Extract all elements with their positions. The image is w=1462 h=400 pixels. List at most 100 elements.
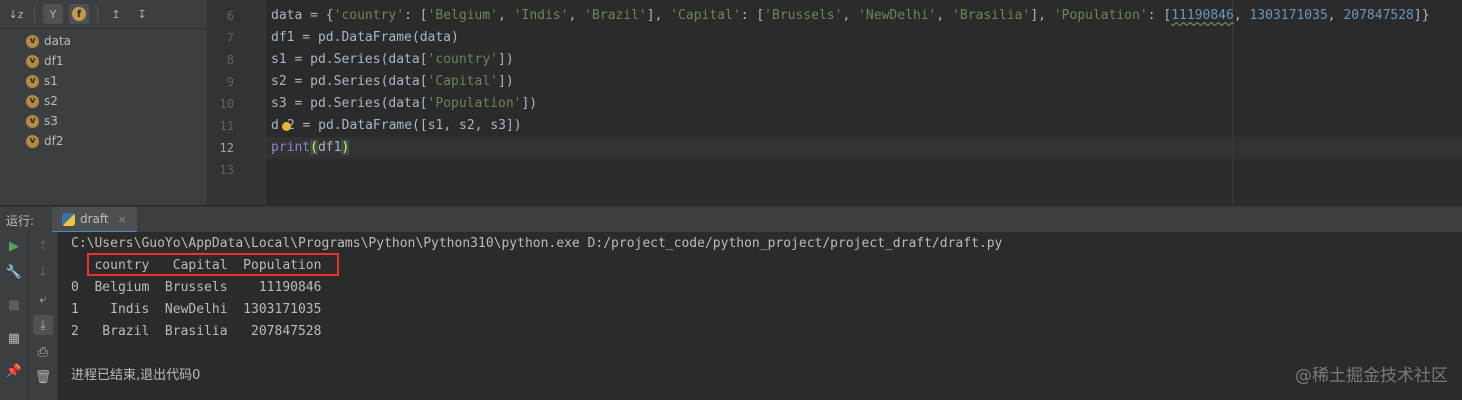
line-number: 10 [219, 97, 234, 111]
string-token: 'Brasilia' [952, 8, 1031, 23]
soft-wrap-icon[interactable]: ⤶ [33, 289, 53, 309]
intention-bulb-icon[interactable] [282, 122, 291, 131]
structure-item-s1[interactable]: v s1 [0, 71, 207, 91]
string-token: 'Population' [1053, 8, 1148, 23]
string-token: 'Indis' [513, 8, 569, 23]
run-right-toolbar: ↑ ↓ ⤶ ⤓ ⎙ 🗑 [29, 232, 58, 400]
collapse-all-button[interactable]: ↧ [132, 4, 152, 24]
code-token: : [ [404, 8, 428, 23]
scroll-to-end-icon[interactable]: ⤓ [33, 315, 53, 335]
filter-button[interactable]: Y [43, 4, 63, 24]
sort-alpha-button[interactable]: ↓z [6, 4, 26, 24]
run-tool-window-header: 运行: draft × [0, 206, 1462, 233]
line-number-gutter[interactable]: 6 7 8 9 10 11 12 13 [208, 0, 266, 205]
structure-item-label: s3 [44, 114, 58, 128]
code-token: , [498, 8, 514, 23]
code-line-7[interactable]: df1 = pd.DataFrame(data) [271, 27, 459, 49]
structure-item-df1[interactable]: v df1 [0, 51, 207, 71]
string-token: 'NewDelhi' [858, 8, 937, 23]
variable-icon: v [26, 34, 39, 48]
structure-item-s3[interactable]: v s3 [0, 111, 207, 131]
run-label: 运行: [6, 213, 35, 228]
string-token: 'Belgium' [427, 8, 499, 23]
variable-icon: v [26, 114, 39, 128]
arrow-up-icon[interactable]: ↑ [33, 236, 53, 256]
code-editor[interactable]: 6 7 8 9 10 11 12 13 data = {'country': [… [208, 0, 1462, 205]
line-number: 7 [226, 31, 234, 45]
code-line-12[interactable]: print(df1) [271, 137, 350, 159]
code-token: : [ [1147, 8, 1172, 23]
code-line-8[interactable]: s1 = pd.Series(data['country']) [271, 49, 514, 71]
code-token: , [936, 8, 953, 23]
variable-icon: v [26, 134, 39, 148]
tab-draft[interactable]: draft × [52, 207, 137, 233]
variable-list: v data v df1 v s1 v s2 v s3 v df2 [0, 29, 207, 151]
variable-icon: v [26, 74, 39, 88]
line-number-current: 12 [219, 141, 234, 155]
structure-toolbar: ↓z Y f ↥ ↧ [0, 0, 207, 29]
arrow-down-icon[interactable]: ↓ [33, 262, 53, 282]
code-token: ], [646, 8, 671, 23]
string-token: 'Capital' [427, 74, 498, 89]
code-token: 2 = pd.DataFrame([s1, s2, s3]) [286, 118, 522, 133]
code-line-11[interactable]: d 2 = pd.DataFrame([s1, s2, s3]) [271, 115, 522, 137]
string-token: 'Capital' [670, 8, 741, 23]
tab-label: draft [80, 212, 109, 226]
structure-panel: ↓z Y f ↥ ↧ v data v df1 v s1 v s2 v s3 v df2 [0, 0, 208, 205]
structure-item-label: df2 [44, 134, 64, 148]
watermark-text: @稀土掘金技术社区 [1295, 366, 1448, 386]
line-number: 6 [226, 9, 234, 23]
code-token: data = { [271, 8, 334, 23]
code-token: , [842, 8, 859, 23]
dataframe-row: 1 Indis NewDelhi 1303171035 [71, 302, 322, 317]
code-token: s3 = pd.Series(data[ [271, 96, 428, 111]
dataframe-row: 2 Brazil Brasilia 207847528 [71, 324, 322, 339]
code-area[interactable]: data = {'country': ['Belgium', 'Indis', … [271, 0, 1462, 205]
variable-icon: v [26, 54, 39, 68]
show-fields-button[interactable]: f [69, 4, 89, 24]
line-number: 11 [219, 119, 234, 133]
number-token: 1303171035 [1249, 8, 1328, 23]
structure-item-data[interactable]: v data [0, 31, 207, 51]
print-icon[interactable]: ⎙ [33, 342, 53, 362]
code-line-9[interactable]: s2 = pd.Series(data['Capital']) [271, 71, 514, 93]
structure-item-label: s1 [44, 74, 58, 88]
variable-icon: v [26, 94, 39, 108]
code-token: ], [1030, 8, 1054, 23]
code-token: df1 [317, 140, 342, 155]
process-exit-message: 进程已结束,退出代码0 [71, 368, 201, 383]
toolbar-separator [34, 5, 35, 23]
structure-item-label: df1 [44, 54, 64, 68]
code-line-10[interactable]: s3 = pd.Series(data['Population']) [271, 93, 537, 115]
dataframe-row: 0 Belgium Brussels 11190846 [71, 280, 322, 295]
console-command-line: C:\Users\GuoYo\AppData\Local\Programs\Py… [71, 236, 1003, 251]
trash-icon[interactable]: 🗑 [33, 367, 53, 387]
pin-icon[interactable]: 📌 [4, 361, 24, 381]
code-token: ]) [521, 96, 538, 111]
string-token: 'Population' [427, 96, 522, 111]
layout-icon[interactable]: ▦ [4, 328, 24, 348]
structure-item-s2[interactable]: v s2 [0, 91, 207, 111]
expand-all-button[interactable]: ↥ [106, 4, 126, 24]
string-token: 'country' [333, 8, 405, 23]
structure-item-df2[interactable]: v df2 [0, 131, 207, 151]
field-icon: f [72, 7, 86, 21]
string-token: 'Brazil' [584, 8, 647, 23]
matched-paren: ) [341, 140, 350, 155]
code-line-6[interactable]: data = {'country': ['Belgium', 'Indis', … [271, 5, 1430, 27]
code-token: s2 = pd.Series(data[ [271, 74, 428, 89]
python-icon [62, 212, 75, 226]
code-token: ]) [498, 74, 514, 89]
run-left-toolbar: ▶ 🔧 ■ ▦ 📌 [0, 232, 29, 400]
close-icon[interactable]: × [118, 213, 127, 226]
line-number: 13 [219, 163, 234, 177]
string-token: 'Brussels' [764, 8, 843, 23]
stop-icon[interactable]: ■ [4, 295, 24, 315]
builtin-token: print [271, 140, 311, 155]
code-token: : [ [740, 8, 765, 23]
code-token: , [1327, 8, 1344, 23]
wrench-icon[interactable]: 🔧 [4, 262, 24, 282]
line-number: 8 [226, 53, 234, 67]
rerun-icon[interactable]: ▶ [4, 236, 24, 256]
string-token: 'country' [427, 52, 498, 67]
